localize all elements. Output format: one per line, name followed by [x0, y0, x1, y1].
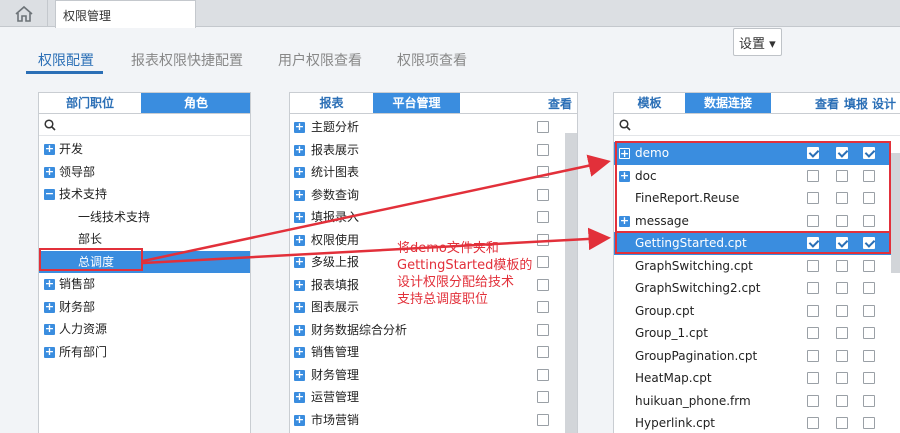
annotation-arrows: [142, 154, 611, 265]
annotation-line: GettingStarted模板的: [397, 258, 533, 273]
annotation-text: 将demo文件夹和 GettingStarted模板的 设计权限分配给技术 支持…: [397, 240, 537, 308]
annotation-line: 将demo文件夹和: [397, 241, 499, 256]
annotation-line: 设计权限分配给技术: [397, 275, 515, 290]
annotation-line: 支持总调度职位: [397, 292, 489, 307]
